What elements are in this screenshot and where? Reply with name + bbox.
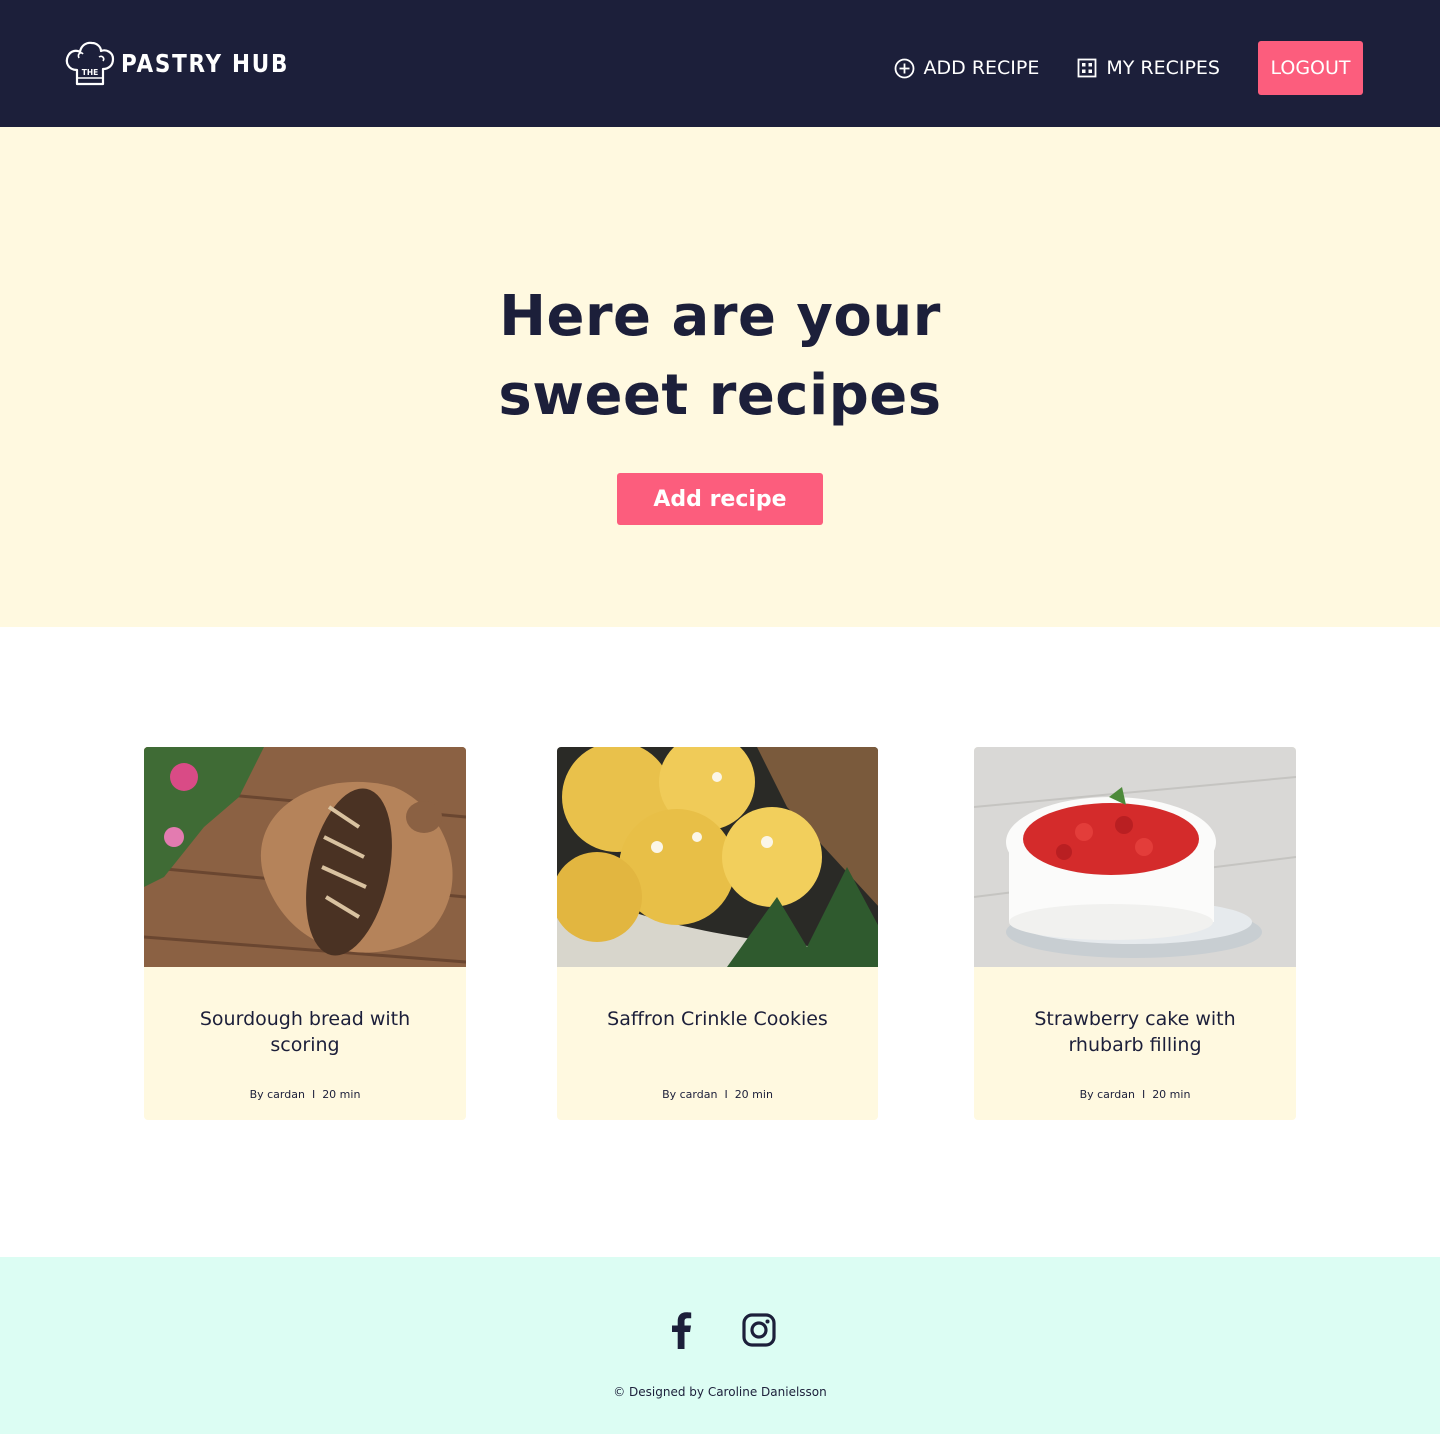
instagram-link[interactable] (740, 1310, 778, 1350)
hero-title: Here are your sweet recipes (420, 277, 1020, 435)
logo[interactable]: THE PASTRY HUB (65, 40, 316, 86)
hero-title-line1: Here are your (499, 284, 941, 349)
saffron-cookies-photo (557, 747, 878, 967)
recipe-author: By cardan (662, 1088, 718, 1101)
recipe-author: By cardan (1079, 1088, 1135, 1101)
grid-icon (1077, 58, 1097, 78)
recipe-card-meta: By cardan I 20 min (144, 1088, 466, 1101)
nav-my-recipes[interactable]: MY RECIPES (1077, 57, 1220, 79)
hero-section: Here are your sweet recipes Add recipe (0, 127, 1440, 627)
recipe-card-title[interactable]: Sourdough bread with scoring (144, 1006, 466, 1058)
nav-add-recipe[interactable]: ADD RECIPE (894, 57, 1040, 79)
copyright-text: © Designed by Caroline Danielsson (613, 1385, 827, 1399)
chef-hat-icon: THE (65, 41, 115, 86)
recipe-card-meta: By cardan I 20 min (974, 1088, 1296, 1101)
facebook-icon (672, 1312, 692, 1349)
meta-separator: I (1141, 1088, 1146, 1101)
recipe-card-meta: By cardan I 20 min (557, 1088, 878, 1101)
site-footer: © Designed by Caroline Danielsson (0, 1257, 1440, 1434)
recipe-card-title[interactable]: Saffron Crinkle Cookies (557, 1006, 878, 1032)
recipe-author: By cardan (249, 1088, 305, 1101)
sourdough-bread-photo (144, 747, 466, 967)
strawberry-cake-photo (974, 747, 1296, 967)
main-nav: ADD RECIPE MY RECIPES LOGOUT (894, 41, 1363, 95)
recipe-card[interactable]: Saffron Crinkle Cookies By cardan I 20 min (557, 747, 878, 1120)
logo-badge: THE (82, 68, 99, 77)
recipe-card[interactable]: Sourdough bread with scoring By cardan I 2… (144, 747, 466, 1120)
plus-circle-icon (894, 58, 914, 78)
add-recipe-button[interactable]: Add recipe (617, 473, 823, 525)
logout-button[interactable]: LOGOUT (1258, 41, 1363, 95)
recipe-card-title[interactable]: Strawberry cake with rhubarb filling (974, 1006, 1296, 1058)
meta-separator: I (724, 1088, 728, 1101)
instagram-icon (742, 1313, 776, 1347)
nav-add-recipe-label: ADD RECIPE (923, 57, 1040, 79)
recipe-time: 20 min (1152, 1088, 1191, 1101)
social-links (0, 1310, 1440, 1350)
recipe-time: 20 min (734, 1088, 773, 1101)
recipe-time: 20 min (322, 1088, 361, 1101)
recipe-card[interactable]: Strawberry cake with rhubarb filling By … (974, 747, 1296, 1120)
site-header: THE PASTRY HUB ADD RECIPE MY RECIPES LOG… (0, 0, 1440, 127)
hero-title-line2: sweet recipes (498, 363, 942, 428)
meta-separator: I (311, 1088, 316, 1101)
facebook-link[interactable] (662, 1310, 700, 1350)
nav-my-recipes-label: MY RECIPES (1106, 57, 1220, 79)
logo-text: PASTRY HUB (121, 48, 290, 78)
